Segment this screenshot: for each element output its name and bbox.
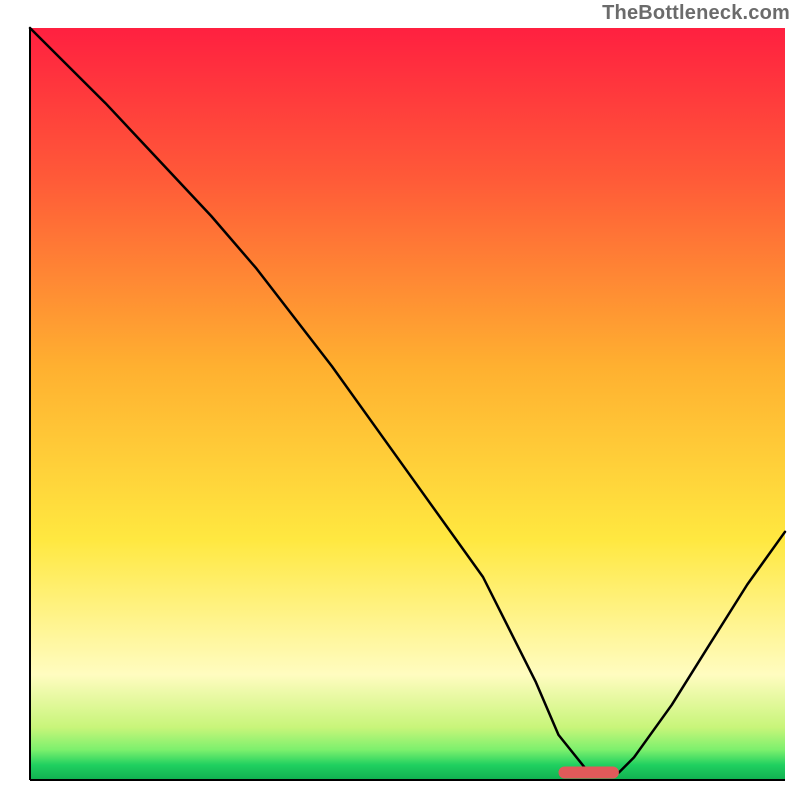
gradient-background [30, 28, 785, 780]
optimum-marker [559, 767, 619, 779]
watermark-text: TheBottleneck.com [602, 2, 790, 25]
bottleneck-chart: TheBottleneck.com [0, 0, 800, 800]
chart-svg [0, 0, 800, 800]
plot-area [30, 28, 785, 780]
